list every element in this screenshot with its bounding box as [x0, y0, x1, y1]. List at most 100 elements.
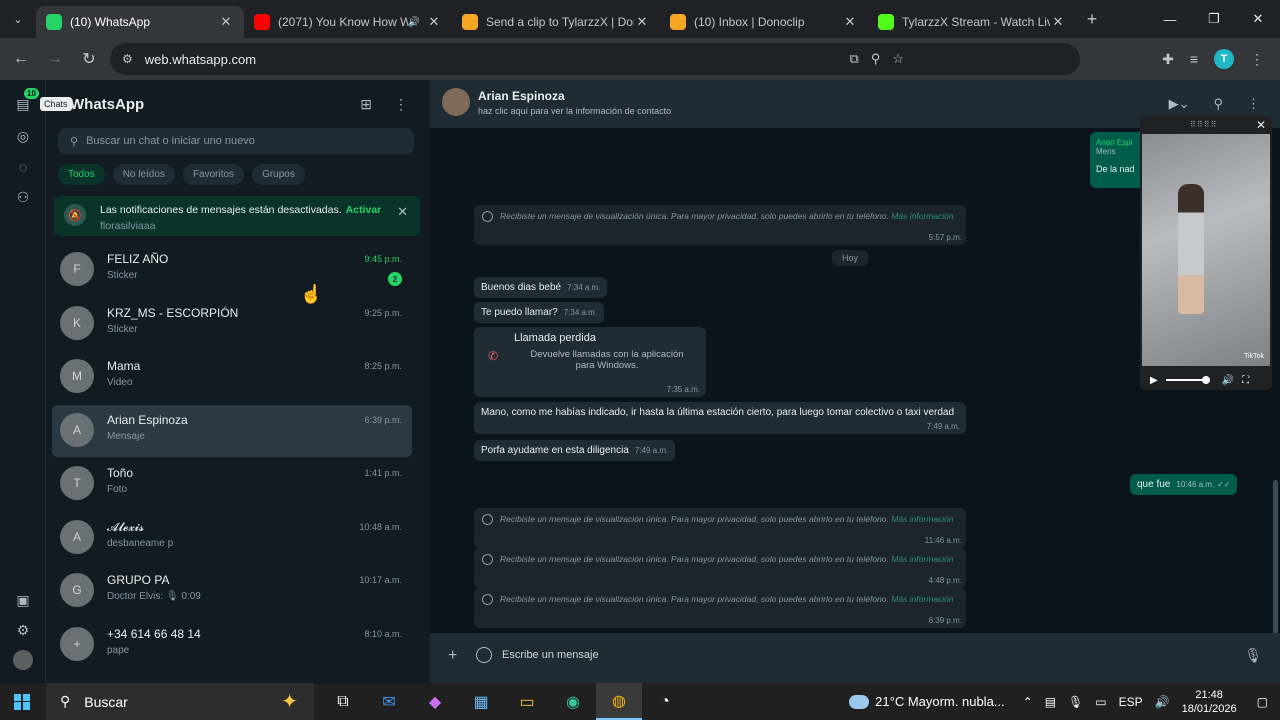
more-info-link[interactable]: Más información [891, 211, 953, 221]
edge-icon[interactable]: ◉ [550, 683, 596, 720]
filter-groups[interactable]: Grupos [252, 164, 305, 185]
outlook-icon[interactable]: ✉ [366, 683, 412, 720]
chat-list-item[interactable]: G GRUPO PA Doctor Elvis: 🎙 0:09 10:17 a.m. [52, 565, 412, 617]
attach-icon[interactable]: + [448, 647, 457, 665]
minimize-icon[interactable]: — [1148, 0, 1192, 38]
volume-slider[interactable] [1165, 376, 1210, 384]
network-icon[interactable]: ▭ [1095, 695, 1106, 709]
message-bubble[interactable]: Mano, como me habías indicado, ir hasta … [474, 402, 966, 434]
copilot-icon[interactable]: ◆ [412, 683, 458, 720]
chat-list-item[interactable]: M Mama Video 8:25 p.m. [52, 351, 412, 403]
back-icon[interactable]: ← [4, 42, 38, 76]
close-banner-icon[interactable]: ✕ [397, 204, 408, 220]
close-tab-icon[interactable]: ✕ [218, 14, 234, 30]
view-once-message[interactable]: Recibiste un mensaje de visualización ún… [474, 588, 966, 628]
volume-tray-icon[interactable]: 🔊 [1155, 695, 1170, 709]
extensions-icon[interactable]: ✚ [1162, 51, 1174, 68]
pip-close-icon[interactable]: ✕ [1256, 118, 1266, 132]
tab-search-chevron-icon[interactable]: ⌄ [0, 0, 36, 38]
reload-icon[interactable]: ↻ [72, 42, 106, 76]
chat-list-item[interactable]: A 𝓐𝓵𝓮𝔁𝓲𝓼 desbaneame p 10:48 a.m. [52, 512, 412, 564]
view-once-message[interactable]: Recibiste un mensaje de visualización ún… [474, 548, 966, 588]
new-tab-button[interactable]: + [1076, 9, 1108, 30]
channels-icon[interactable]: ◌ [13, 157, 33, 177]
weather-widget[interactable]: 21°C Mayorm. nubla... [849, 694, 1005, 709]
browser-menu-icon[interactable]: ⋮ [1250, 51, 1264, 68]
obs-icon[interactable]: ◔ [642, 683, 688, 720]
my-profile-avatar[interactable] [13, 650, 33, 670]
forward-icon[interactable]: → [38, 42, 72, 76]
more-info-link[interactable]: Más información [891, 594, 953, 604]
settings-icon[interactable]: ⚙ [13, 620, 33, 640]
browser-tab[interactable]: Send a clip to TylarzzX | Don ✕ [452, 6, 660, 38]
picture-in-picture-window[interactable]: ⠿⠿⠿⠿ ✕ TikTok ▶ 🔊 ⛶ [1140, 116, 1272, 390]
message-bubble[interactable]: Porfa ayudame en esta diligencia 7:49 a.m… [474, 440, 676, 461]
peek-outgoing-message[interactable]: Arian Espi Mens De la nad [1090, 132, 1146, 188]
close-tab-icon[interactable]: ✕ [842, 14, 858, 30]
filter-all[interactable]: Todos [58, 164, 105, 185]
close-tab-icon[interactable]: ✕ [1050, 14, 1066, 30]
task-view-icon[interactable]: ⧉ [320, 683, 366, 720]
search-icon[interactable]: ⚲ [1213, 96, 1223, 112]
notification-center-icon[interactable]: ▢ [1257, 695, 1268, 709]
filter-favorites[interactable]: Favoritos [182, 164, 245, 185]
drag-handle[interactable]: ⠿⠿⠿⠿ [1190, 120, 1217, 129]
site-info-icon[interactable]: ⚙ [122, 52, 133, 66]
chat-list-item[interactable]: T Toño Foto 1:41 p.m. [52, 458, 412, 510]
address-bar[interactable]: ⚙ web.whatsapp.com ⧉ ⚲ ☆ [110, 43, 1080, 75]
chat-menu-icon[interactable]: ⋮ [1247, 96, 1260, 112]
play-icon[interactable]: ▶ [1150, 375, 1158, 386]
maximize-icon[interactable]: ❐ [1192, 0, 1236, 38]
contact-avatar[interactable] [442, 88, 470, 116]
more-info-link[interactable]: Más información [891, 514, 953, 524]
chat-list-item[interactable]: K KRZ_MS - ESCORPIÓN Sticker 9:25 p.m. [52, 298, 412, 350]
chat-list-item[interactable]: + +34 614 66 48 14 pape 8:10 a.m. [52, 619, 412, 671]
enable-notifications-link[interactable]: Activar [346, 204, 382, 216]
chat-list-item[interactable]: A Arian Espinoza Mensaje 6:39 p.m. [52, 404, 412, 457]
message-bubble[interactable]: Te puedo llamar? 7:34 a.m. [474, 302, 605, 323]
audio-playing-icon[interactable]: 🔊 [408, 17, 420, 28]
taskbar-search[interactable]: ⚲ Buscar ✦ [46, 683, 314, 720]
mic-tray-icon[interactable]: 🎙 [1068, 695, 1083, 709]
microphone-icon[interactable]: 🎙 [1244, 647, 1262, 664]
profile-avatar[interactable]: T [1214, 49, 1234, 69]
close-tab-icon[interactable]: ✕ [634, 14, 650, 30]
battery-saver-icon[interactable]: ▤ [1045, 695, 1056, 709]
browser-tab[interactable]: TylarzzX Stream - Watch Live ✕ [868, 6, 1076, 38]
install-app-icon[interactable]: ⧉ [850, 51, 859, 67]
message-bubble[interactable]: Buenos dias bebé 7:34 a.m. [474, 277, 608, 298]
video-call-icon[interactable]: ▶⌄ [1169, 96, 1190, 112]
emoji-icon[interactable] [476, 647, 492, 663]
message-input[interactable]: Escribe un mensaje [502, 649, 599, 661]
clock[interactable]: 21:48 18/01/2026 [1182, 688, 1237, 716]
browser-tab[interactable]: (2071) You Know How W 🔊 ✕ [244, 6, 452, 38]
browser-tab[interactable]: (10) WhatsApp ✕ [36, 6, 244, 38]
media-controls-icon[interactable]: ≡ [1190, 51, 1198, 67]
close-tab-icon[interactable]: ✕ [426, 14, 442, 30]
fullscreen-icon[interactable]: ⛶ [1242, 375, 1249, 386]
browser-tab[interactable]: (10) Inbox | Donoclip ✕ [660, 6, 868, 38]
start-button[interactable] [0, 683, 44, 720]
filter-unread[interactable]: No leídos [112, 164, 175, 185]
more-info-link[interactable]: Más información [891, 554, 953, 564]
status-icon[interactable]: ◎ [13, 126, 33, 146]
search-input[interactable]: ⚲ Buscar un chat o iniciar uno nuevo [58, 128, 414, 154]
chrome-icon[interactable]: ◍ [596, 683, 642, 720]
store-icon[interactable]: ▦ [458, 683, 504, 720]
outgoing-message-bubble[interactable]: que fue 10:46 a.m. ✓✓ [1130, 474, 1238, 495]
show-hidden-icons[interactable]: ⌃ [1023, 695, 1033, 709]
chat-list-item[interactable]: F FELIZ AÑO Sticker 9:45 p.m. 2 [52, 244, 412, 296]
volume-icon[interactable]: 🔊 [1222, 375, 1234, 386]
zoom-icon[interactable]: ⚲ [871, 51, 881, 67]
language-indicator[interactable]: ESP [1119, 695, 1143, 709]
missed-call-message[interactable]: ✆ Llamada perdida Devuelve llamadas con … [474, 327, 706, 397]
pip-video[interactable]: TikTok [1142, 134, 1270, 366]
menu-icon[interactable]: ⋮ [394, 96, 408, 113]
new-chat-icon[interactable]: ⊞ [360, 96, 372, 113]
bookmark-star-icon[interactable]: ☆ [892, 51, 904, 67]
file-explorer-icon[interactable]: ▭ [504, 683, 550, 720]
communities-icon[interactable]: ⚇ [13, 187, 33, 207]
close-window-icon[interactable]: ✕ [1236, 0, 1280, 38]
view-once-message[interactable]: Recibiste un mensaje de visualización ún… [474, 508, 966, 548]
view-once-message[interactable]: Recibiste un mensaje de visualización ún… [474, 205, 966, 245]
